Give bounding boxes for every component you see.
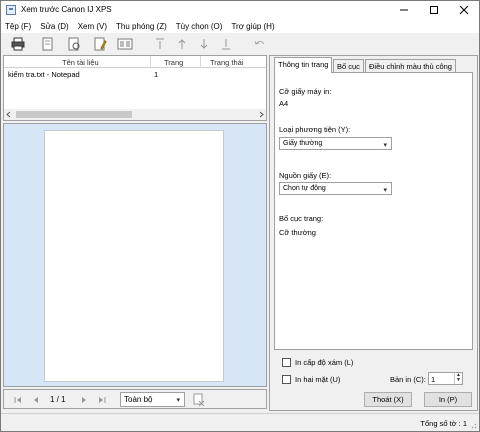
- toolbar: [1, 33, 479, 55]
- resize-grip-icon[interactable]: [469, 421, 477, 429]
- document-name: kiểm tra.txt - Notepad: [8, 70, 80, 79]
- maximize-icon: [430, 6, 438, 14]
- page-preview: [44, 130, 224, 382]
- document-edit-icon[interactable]: [93, 37, 107, 51]
- window-title: Xem trước Canon IJ XPS: [21, 5, 112, 14]
- total-sheets: Tổng số tờ : 1: [420, 419, 467, 428]
- minimize-icon: [400, 9, 408, 11]
- document-pages: 1: [154, 70, 159, 79]
- page-range-select[interactable]: Toàn bộ ▾: [120, 392, 185, 407]
- grayscale-checkbox[interactable]: [282, 358, 291, 367]
- page-layout-label: Bố cục trang:: [279, 214, 324, 223]
- tab-manual-color[interactable]: Điều chỉnh màu thủ công: [365, 59, 456, 72]
- menu-edit[interactable]: Sửa (D): [40, 22, 68, 31]
- scroll-right-icon[interactable]: [258, 111, 264, 118]
- horizontal-scrollbar[interactable]: [4, 109, 266, 120]
- page-view-icon[interactable]: [117, 37, 133, 51]
- copies-label: Bản in (C):: [390, 375, 426, 384]
- move-up-icon[interactable]: [175, 37, 189, 51]
- menu-zoom[interactable]: Thu phóng (Z): [116, 22, 167, 31]
- paper-source-dropdown[interactable]: Chọn tự động ▾: [279, 182, 392, 195]
- column-header-status[interactable]: Trạng thái: [210, 58, 244, 67]
- paper-source-value: Chọn tự động: [283, 185, 326, 192]
- tab-layout[interactable]: Bố cục: [333, 59, 364, 72]
- page-range-value: Toàn bộ: [124, 395, 153, 404]
- tab-page-info[interactable]: Thông tin trang: [274, 57, 333, 73]
- preview-area: [3, 123, 267, 387]
- spinner-arrows-icon[interactable]: ▲ ▼: [454, 373, 462, 384]
- media-type-dropdown[interactable]: Giấy thường ▾: [279, 137, 392, 150]
- paper-size-label: Cỡ giấy máy in:: [279, 87, 332, 96]
- move-top-icon[interactable]: [153, 37, 167, 51]
- document-icon[interactable]: [41, 37, 55, 51]
- duplex-checkbox[interactable]: [282, 375, 291, 384]
- close-icon: [459, 5, 469, 15]
- settings-panel: Thông tin trang Bố cục Điều chỉnh màu th…: [269, 55, 478, 411]
- print-button[interactable]: In (P): [424, 392, 472, 407]
- paper-source-label: Nguồn giấy (E):: [279, 171, 332, 180]
- previous-page-icon: [34, 396, 38, 403]
- undo-icon[interactable]: [253, 37, 267, 51]
- status-bar: Tổng số tờ : 1: [1, 413, 479, 431]
- printer-app-icon: [6, 5, 16, 15]
- chevron-down-icon: ▾: [383, 142, 387, 149]
- maximize-button[interactable]: [419, 1, 449, 19]
- print-icon[interactable]: [11, 37, 25, 51]
- chevron-down-icon: ▾: [383, 187, 387, 194]
- document-list: Tên tài liệu Trang Trạng thái kiểm tra.t…: [3, 55, 267, 121]
- title-bar: Xem trước Canon IJ XPS: [1, 1, 479, 19]
- menu-bar: Tệp (F) Sửa (D) Xem (V) Thu phóng (Z) Tù…: [1, 19, 479, 33]
- previous-page-button[interactable]: [32, 395, 40, 404]
- last-page-button[interactable]: [98, 395, 106, 404]
- media-type-value: Giấy thường: [283, 140, 323, 147]
- first-page-icon: [14, 396, 21, 403]
- copies-value: 1: [431, 375, 436, 384]
- menu-options[interactable]: Tùy chọn (O): [176, 22, 223, 31]
- media-type-label: Loại phương tiện (Y):: [279, 125, 351, 134]
- next-page-icon: [82, 396, 86, 403]
- close-button[interactable]: [449, 1, 479, 19]
- column-header-name[interactable]: Tên tài liệu: [62, 58, 99, 67]
- scrollbar-thumb[interactable]: [16, 111, 132, 118]
- copies-stepper[interactable]: 1 ▲ ▼: [428, 372, 463, 385]
- chevron-down-icon: ▾: [176, 397, 180, 404]
- paper-size-value: A4: [279, 99, 289, 108]
- move-down-icon[interactable]: [197, 37, 211, 51]
- app-window: Xem trước Canon IJ XPS Tệp (F) Sửa (D) X…: [0, 0, 480, 432]
- minimize-button[interactable]: [389, 1, 419, 19]
- table-row[interactable]: kiểm tra.txt - Notepad 1: [4, 69, 266, 80]
- menu-view[interactable]: Xem (V): [78, 22, 107, 31]
- column-header-pages[interactable]: Trang: [164, 58, 183, 67]
- duplex-label: In hai mặt (U): [295, 375, 341, 384]
- document-search-icon[interactable]: [67, 37, 81, 51]
- first-page-button[interactable]: [14, 395, 22, 404]
- menu-help[interactable]: Trợ giúp (H): [231, 22, 274, 31]
- document-list-header: Tên tài liệu Trang Trạng thái: [4, 56, 266, 68]
- delete-page-icon[interactable]: [192, 393, 206, 407]
- menu-file[interactable]: Tệp (F): [5, 22, 31, 31]
- scroll-left-icon[interactable]: [6, 111, 12, 118]
- page-indicator: 1 / 1: [50, 395, 66, 404]
- tab-content-page-info: Cỡ giấy máy in: A4 Loại phương tiện (Y):…: [274, 72, 473, 350]
- exit-button[interactable]: Thoát (X): [364, 392, 412, 407]
- grayscale-label: In cấp độ xám (L): [295, 358, 354, 367]
- page-layout-value: Cỡ thường: [279, 228, 316, 237]
- navigation-bar: 1 / 1 Toàn bộ ▾: [3, 389, 267, 409]
- move-bottom-icon[interactable]: [219, 37, 233, 51]
- next-page-button[interactable]: [80, 395, 88, 404]
- last-page-icon: [99, 396, 106, 403]
